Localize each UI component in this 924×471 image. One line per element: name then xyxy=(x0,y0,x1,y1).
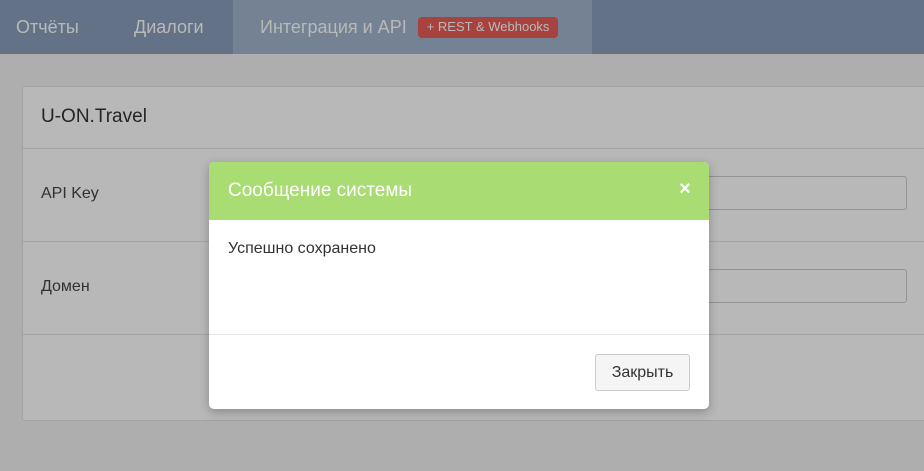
dialog-message: Успешно сохранено xyxy=(228,240,376,257)
system-message-dialog: Сообщение системы × Успешно сохранено За… xyxy=(209,162,709,409)
close-button[interactable]: Закрыть xyxy=(595,354,690,391)
dialog-footer-divider xyxy=(209,334,709,335)
close-icon[interactable]: × xyxy=(677,178,693,200)
dialog-header: Сообщение системы × xyxy=(209,162,709,220)
dialog-title: Сообщение системы xyxy=(228,180,413,201)
